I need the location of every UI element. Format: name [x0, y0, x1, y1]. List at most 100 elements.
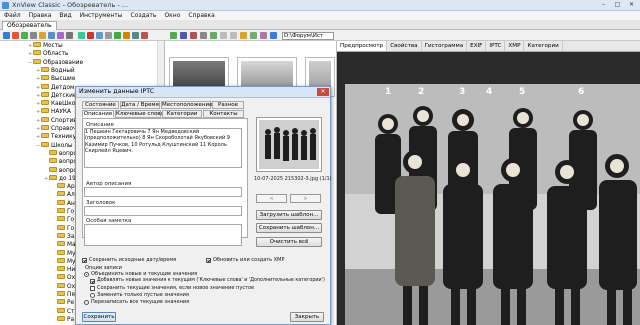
tab-status[interactable]: Состояние — [82, 101, 119, 109]
tab-preview[interactable]: Предпросмотр — [337, 41, 388, 51]
tab-browser[interactable]: Обозреватель — [2, 21, 57, 30]
tree-item[interactable]: Ох — [52, 282, 75, 291]
tree-item[interactable]: + до 19 — [44, 174, 76, 183]
tree-item[interactable]: Ал — [52, 191, 75, 199]
tab-keywords[interactable]: Ключевые слова — [115, 110, 164, 118]
tree-item[interactable]: Го — [52, 216, 74, 224]
update-xmp-checkbox[interactable] — [206, 258, 211, 263]
author-field[interactable] — [84, 187, 242, 197]
thumbnail-size-icon[interactable] — [180, 32, 187, 39]
menu-window[interactable]: Окно — [164, 12, 180, 19]
add-keywords-checkbox[interactable] — [90, 279, 95, 284]
tree-item[interactable]: − Образование — [28, 58, 83, 67]
star-icon[interactable] — [39, 32, 46, 39]
view-icon[interactable] — [48, 32, 55, 39]
tab-description[interactable]: Описание — [82, 110, 114, 118]
keep-current-checkbox[interactable] — [90, 286, 95, 291]
save-button[interactable]: Сохранить — [82, 312, 116, 322]
tree-item[interactable]: + Высшие — [36, 75, 75, 83]
prev-file-button[interactable]: < — [256, 194, 287, 203]
email-icon[interactable] — [114, 32, 121, 39]
tab-location[interactable]: Местоположение — [161, 101, 212, 109]
tree-item[interactable]: Му — [52, 257, 75, 266]
crop-icon[interactable] — [132, 32, 139, 39]
overwrite-radio[interactable] — [84, 300, 89, 305]
tree-item[interactable]: + Спортив — [36, 116, 77, 125]
folder-icon[interactable] — [3, 32, 10, 39]
search-icon[interactable] — [270, 32, 277, 39]
favorite-icon[interactable] — [240, 32, 247, 39]
back-icon[interactable] — [220, 32, 227, 39]
tree-item[interactable]: Ст — [52, 307, 74, 316]
tree-item[interactable]: − Школы — [36, 141, 73, 150]
heading-field[interactable] — [84, 206, 242, 216]
delete-icon[interactable] — [87, 32, 94, 39]
tree-item[interactable]: За — [52, 232, 74, 241]
print-icon[interactable] — [105, 32, 112, 39]
load-template-button[interactable]: Загрузить шаблон... — [256, 210, 322, 220]
tab-categories[interactable]: Категории — [524, 41, 563, 51]
tree-item[interactable]: Ох — [52, 274, 75, 282]
tree-item[interactable]: + Детские — [36, 91, 77, 100]
tab-iptc[interactable]: IPTC — [486, 41, 506, 51]
tree-item[interactable]: Му — [52, 249, 75, 258]
tab-misc[interactable]: Разное — [212, 101, 244, 109]
tab-histogram[interactable]: Гистограмма — [422, 41, 468, 51]
tree-item[interactable]: Ре — [52, 299, 74, 307]
minimize-button[interactable]: – — [597, 1, 610, 9]
dialog-close-icon[interactable]: ✕ — [317, 88, 329, 96]
grid-view-icon[interactable] — [210, 32, 217, 39]
keep-dates-checkbox[interactable] — [82, 258, 87, 263]
add-icon[interactable] — [21, 32, 28, 39]
tree-item[interactable]: Ра — [52, 315, 74, 324]
next-file-button[interactable]: > — [290, 194, 321, 203]
tree-item[interactable]: + Водный — [36, 66, 75, 75]
tree-item[interactable]: + Детдом — [36, 83, 74, 92]
tab-date-time[interactable]: Дата / Время — [120, 101, 160, 109]
merge-radio[interactable] — [84, 272, 89, 277]
tab-exif[interactable]: EXIF — [467, 41, 487, 51]
menu-tools[interactable]: Инструменты — [80, 12, 123, 19]
tree-item[interactable]: + Техникум — [36, 133, 80, 141]
menu-edit[interactable]: Правка — [29, 12, 52, 19]
menu-file[interactable]: Файл — [4, 12, 21, 19]
menu-view[interactable]: Вид — [59, 12, 71, 19]
home-icon[interactable] — [260, 32, 267, 39]
up-folder-icon[interactable] — [250, 32, 257, 39]
tree-item[interactable]: + Область — [28, 50, 68, 58]
sort-icon[interactable] — [170, 32, 177, 39]
slideshow-icon[interactable] — [57, 32, 64, 39]
tab-categories[interactable]: Категории — [162, 110, 202, 118]
tree-item[interactable]: + НАУКА — [36, 108, 71, 116]
tab-contacts[interactable]: Контакты — [203, 110, 244, 118]
tree-item[interactable]: Ан — [52, 199, 75, 208]
tree-item[interactable]: Пя — [52, 291, 75, 299]
tree-item[interactable]: + Справоч — [36, 125, 76, 133]
menu-create[interactable]: Создать — [131, 12, 157, 19]
tree-item[interactable]: Ма — [52, 241, 76, 249]
replace-empty-radio[interactable] — [90, 293, 95, 298]
path-input[interactable]: D:\Форум\Ист — [282, 32, 334, 40]
filter-icon[interactable] — [30, 32, 37, 39]
tree-item[interactable]: Ни — [52, 266, 75, 274]
tree-item[interactable]: + Мосты — [28, 42, 63, 50]
list-view-icon[interactable] — [200, 32, 207, 39]
refresh-icon[interactable] — [12, 32, 19, 39]
maximize-button[interactable]: □ — [611, 1, 624, 9]
menu-help[interactable]: Справка — [188, 12, 214, 19]
clear-all-button[interactable]: Очистить всё — [256, 237, 322, 247]
save-template-button[interactable]: Сохранить шаблон... — [256, 223, 322, 233]
tab-xmp[interactable]: XMP — [505, 41, 525, 51]
close-button[interactable]: Закрыть — [290, 312, 324, 322]
tree-item[interactable]: + КавШкол — [36, 100, 79, 108]
tag-icon[interactable] — [141, 32, 148, 39]
forward-icon[interactable] — [230, 32, 237, 39]
close-window-button[interactable]: ✕ — [625, 1, 638, 9]
filter-color-icon[interactable] — [190, 32, 197, 39]
settings-icon[interactable] — [66, 32, 73, 39]
tree-item[interactable]: Го — [52, 224, 74, 233]
copy-icon[interactable] — [96, 32, 103, 39]
convert-icon[interactable] — [78, 32, 85, 39]
tab-properties[interactable]: Свойства — [387, 41, 422, 51]
tree-item[interactable]: Го — [52, 208, 74, 216]
